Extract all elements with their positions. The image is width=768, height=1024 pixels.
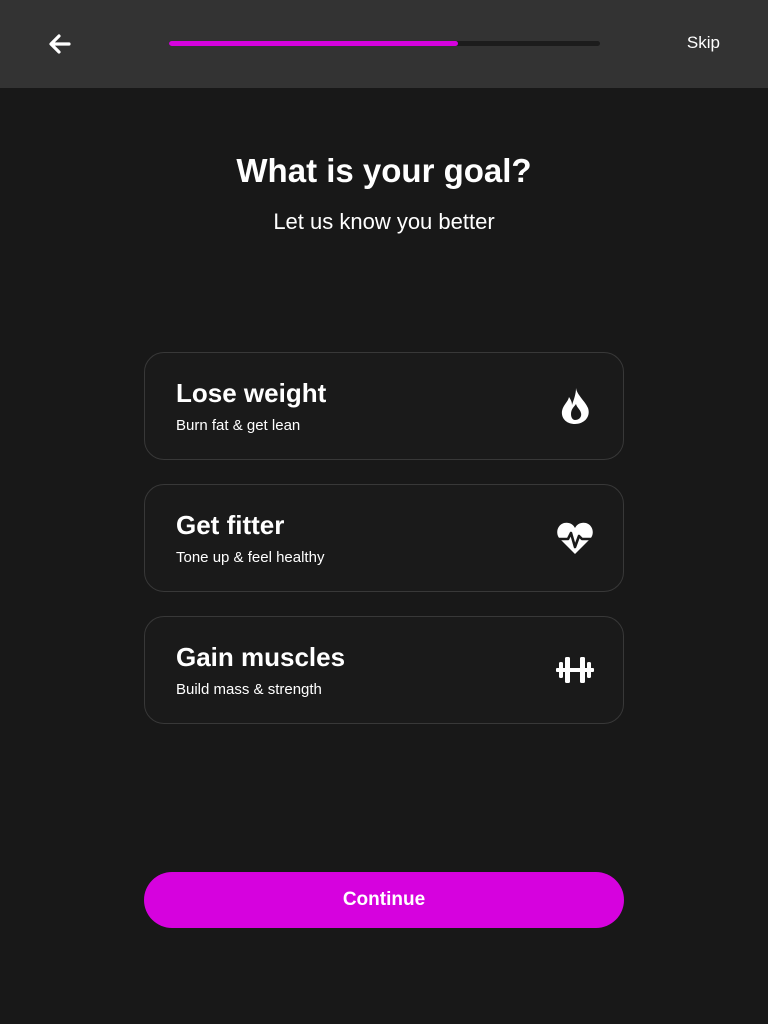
goal-option-lose-weight[interactable]: Lose weight Burn fat & get lean: [144, 352, 624, 460]
goal-option-gain-muscles[interactable]: Gain muscles Build mass & strength: [144, 616, 624, 724]
arrow-left-icon: [49, 34, 71, 54]
goal-option-subtitle: Burn fat & get lean: [176, 417, 301, 434]
flame-icon: [561, 388, 589, 424]
back-button[interactable]: [44, 28, 76, 60]
goal-option-subtitle: Tone up & feel healthy: [176, 549, 325, 566]
progress-bar: [169, 41, 600, 46]
goal-option-get-fitter[interactable]: Get fitter Tone up & feel healthy: [144, 484, 624, 592]
goal-option-title: Get fitter: [176, 510, 285, 540]
goal-option-subtitle: Build mass & strength: [176, 681, 322, 698]
dumbbell-icon: [556, 657, 594, 683]
heartbeat-icon: [556, 522, 594, 554]
top-bar: Skip: [0, 0, 768, 88]
goal-option-title: Gain muscles: [176, 642, 346, 672]
goal-option-title: Lose weight: [176, 378, 327, 408]
continue-button[interactable]: Continue: [144, 872, 624, 928]
page-subtitle: Let us know you better: [273, 209, 495, 234]
page-title: What is your goal?: [236, 152, 532, 189]
progress-fill: [169, 41, 458, 46]
skip-button[interactable]: Skip: [687, 33, 720, 53]
